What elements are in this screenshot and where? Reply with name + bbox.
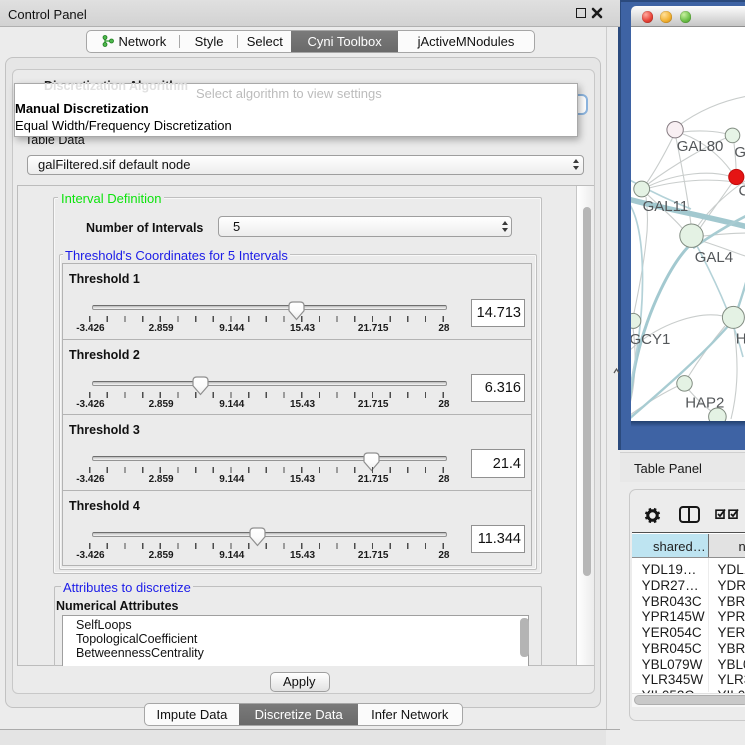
svg-text:CR: CR [739,183,745,200]
svg-text:GAL11: GAL11 [643,198,689,215]
svg-text:HAP2: HAP2 [685,395,724,412]
svg-text:GAL3: GAL3 [734,144,745,161]
svg-text:GAL4: GAL4 [695,249,733,266]
svg-text:H: H [736,331,745,348]
svg-text:GAL80: GAL80 [677,138,724,155]
svg-text:GCY1: GCY1 [631,331,670,348]
